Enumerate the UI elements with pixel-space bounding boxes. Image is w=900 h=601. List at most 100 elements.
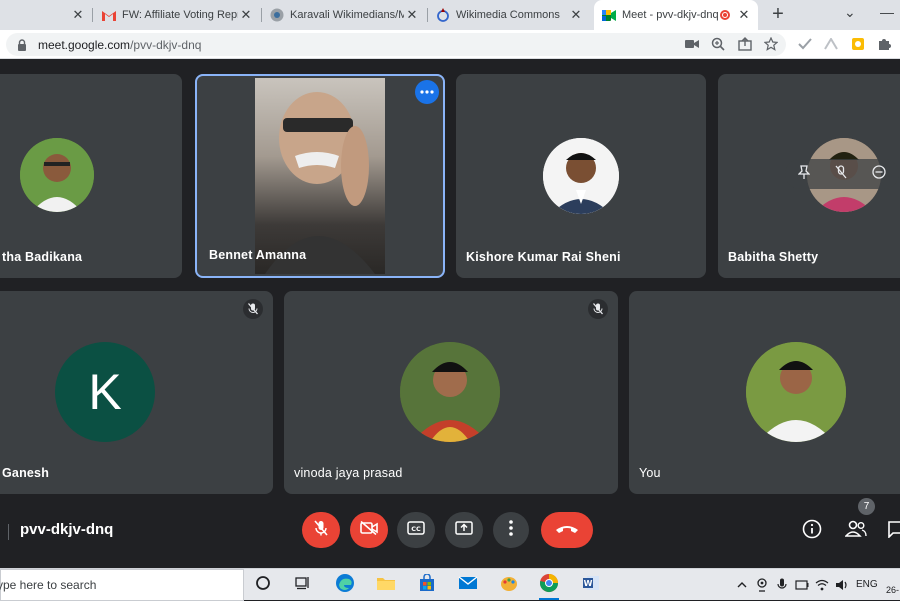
gmail-icon xyxy=(102,8,116,22)
camera-toggle-button[interactable] xyxy=(350,512,388,548)
zoom-icon[interactable] xyxy=(710,36,726,52)
avatar xyxy=(20,138,94,212)
mail-app[interactable] xyxy=(455,572,481,598)
close-icon[interactable]: ✕ xyxy=(736,7,752,23)
task-view-icon xyxy=(295,576,311,595)
browser-tab-strip: ✕ FW: Affiliate Voting Repre ✕ Karavali … xyxy=(0,0,900,30)
edge-app[interactable] xyxy=(332,572,358,598)
more-options-button[interactable] xyxy=(493,512,529,548)
participant-tile-self[interactable]: You xyxy=(629,291,900,494)
webcam-icon[interactable] xyxy=(755,578,769,592)
people-button[interactable] xyxy=(844,520,867,543)
participant-name: tha Badikana xyxy=(2,250,83,264)
meeting-code: pvv-dkjv-dnq xyxy=(20,521,114,538)
word-app[interactable]: W xyxy=(578,572,604,598)
avatar xyxy=(400,342,500,442)
wiki-globe-icon xyxy=(270,8,284,22)
tab-gmail[interactable]: FW: Affiliate Voting Repre ✕ xyxy=(94,0,260,30)
microphone-icon[interactable] xyxy=(775,578,789,592)
input-language[interactable]: ENG xyxy=(856,579,878,590)
clock[interactable]: 26- xyxy=(886,585,899,595)
participant-name: Kishore Kumar Rai Sheni xyxy=(466,250,621,264)
more-options-button[interactable] xyxy=(415,80,439,104)
windows-taskbar: ype here to search W ENG 26- xyxy=(0,568,900,601)
meet-stage: tha Badikana Bennet Amanna Kishore Kumar… xyxy=(0,59,900,568)
paint-app[interactable] xyxy=(496,572,522,598)
tab-wikimedia-commons[interactable]: Wikimedia Commons ✕ xyxy=(428,0,590,30)
participant-count-badge: 7 xyxy=(858,498,875,515)
hang-up-icon xyxy=(555,521,579,539)
participant-tile[interactable]: vinoda jaya prasad xyxy=(284,291,618,494)
cortana-circle-icon xyxy=(255,575,271,596)
camera-icon[interactable] xyxy=(684,36,700,52)
captions-button[interactable]: CC xyxy=(397,512,435,548)
wifi-icon[interactable] xyxy=(815,578,829,592)
extension-a-icon[interactable] xyxy=(823,36,839,52)
star-icon[interactable] xyxy=(763,36,779,52)
mute-participant-icon[interactable] xyxy=(835,164,847,184)
tab-previous[interactable]: ✕ xyxy=(0,0,92,30)
task-view-cortana-button[interactable] xyxy=(250,572,276,598)
avatar xyxy=(543,138,619,214)
info-icon xyxy=(802,519,822,544)
new-tab-button[interactable]: + xyxy=(768,4,788,26)
taskbar-search-box[interactable]: ype here to search xyxy=(0,569,244,601)
present-screen-button[interactable] xyxy=(445,512,483,548)
participant-tile[interactable]: tha Badikana xyxy=(0,74,182,278)
file-explorer-app[interactable] xyxy=(373,572,399,598)
close-icon[interactable]: ✕ xyxy=(568,7,584,23)
word-icon: W xyxy=(582,574,600,597)
mail-icon xyxy=(458,575,478,595)
chat-icon xyxy=(887,520,900,542)
address-bar[interactable]: meet.google.com/pvv-dkjv-dnq xyxy=(6,33,786,56)
chat-button[interactable] xyxy=(887,520,900,542)
tab-meet[interactable]: Meet - pvv-dkjv-dnq ✕ xyxy=(594,0,758,30)
puzzle-icon[interactable] xyxy=(876,36,892,52)
recording-dot-icon xyxy=(720,10,730,20)
edge-icon xyxy=(335,573,355,598)
close-icon[interactable]: ✕ xyxy=(70,7,86,23)
meet-icon xyxy=(602,8,616,22)
participant-name: Ganesh xyxy=(2,466,50,480)
lock-icon xyxy=(18,38,26,51)
checkmark-icon[interactable] xyxy=(797,36,813,52)
minimize-icon[interactable]: — xyxy=(880,4,894,20)
store-app[interactable] xyxy=(414,572,440,598)
meeting-info-button[interactable] xyxy=(801,519,823,544)
participant-name: Bennet Amanna xyxy=(209,248,307,262)
svg-text:W: W xyxy=(584,579,593,588)
meet-control-bar: pvv-dkjv-dnq CC xyxy=(0,505,900,565)
volume-icon[interactable] xyxy=(835,578,849,592)
chevron-up-icon[interactable] xyxy=(735,578,749,592)
divider xyxy=(8,524,9,540)
microphone-toggle-button[interactable] xyxy=(302,512,340,548)
paint-icon xyxy=(500,574,518,597)
chrome-app[interactable] xyxy=(536,572,562,600)
more-vert-icon xyxy=(509,519,513,541)
participant-tile[interactable]: Kishore Kumar Rai Sheni xyxy=(456,74,706,278)
participant-tile[interactable]: K Ganesh xyxy=(0,291,273,494)
pin-icon[interactable] xyxy=(797,164,811,184)
task-view-button[interactable] xyxy=(290,572,316,598)
avatar xyxy=(746,342,846,442)
battery-icon[interactable] xyxy=(795,578,809,592)
share-icon[interactable] xyxy=(737,36,753,52)
svg-text:CC: CC xyxy=(411,525,421,533)
tab-karavali[interactable]: Karavali Wikimedians/Me ✕ xyxy=(262,0,426,30)
close-icon[interactable]: ✕ xyxy=(238,7,254,23)
mic-off-icon xyxy=(243,299,263,319)
extension-b-icon[interactable] xyxy=(850,36,866,52)
remove-icon[interactable] xyxy=(872,164,886,184)
people-icon xyxy=(844,520,867,543)
participant-tile-active-speaker[interactable]: Bennet Amanna xyxy=(195,74,445,278)
chrome-icon xyxy=(539,573,559,598)
present-icon xyxy=(455,520,473,540)
chevron-down-icon[interactable]: ⌄ xyxy=(844,4,856,21)
commons-icon xyxy=(436,8,450,22)
store-icon xyxy=(418,572,436,597)
close-icon[interactable]: ✕ xyxy=(404,7,420,23)
leave-call-button[interactable] xyxy=(541,512,593,548)
participant-name: Babitha Shetty xyxy=(728,250,819,264)
browser-toolbar: meet.google.com/pvv-dkjv-dnq xyxy=(0,30,900,59)
tile-hover-controls xyxy=(785,159,899,189)
